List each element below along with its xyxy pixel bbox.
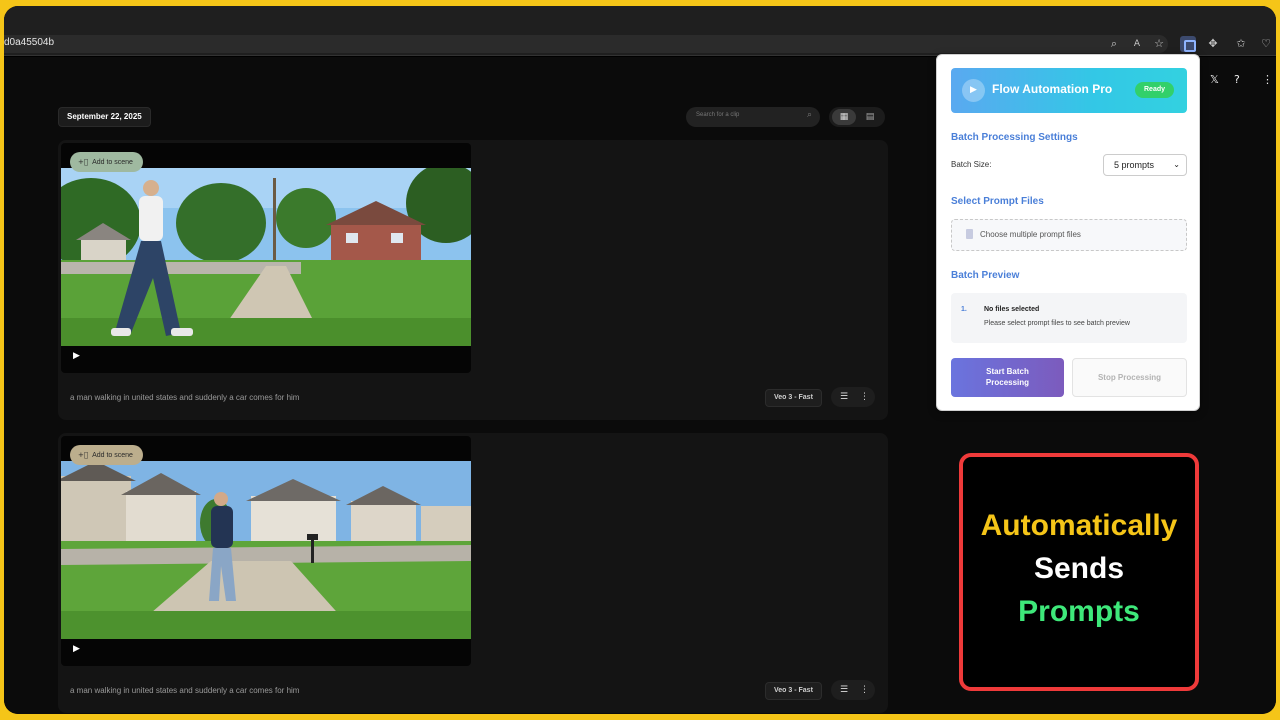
- add-scene-icon: +⃞: [78, 158, 89, 166]
- popup-title: Flow Automation Pro: [992, 82, 1113, 96]
- date-label: September 22, 2025: [58, 107, 151, 127]
- add-to-scene-button[interactable]: +⃞ Add to scene: [70, 152, 143, 172]
- card-actions: ☰ ⋮: [831, 387, 875, 407]
- play-icon[interactable]: ▶: [73, 644, 80, 654]
- batch-preview-title: Batch Preview: [951, 270, 1020, 281]
- preview-index: 1.: [961, 306, 967, 313]
- read-aloud-icon[interactable]: A: [1129, 36, 1145, 52]
- callout-line-2: Sends: [1033, 552, 1125, 585]
- clip-card: +⃞ Add to scene ▶ a man walking in unite…: [58, 140, 888, 420]
- clip-card: +⃞ Add to scene ▶ a man walking in unite…: [58, 433, 888, 713]
- batch-settings-title: Batch Processing Settings: [951, 132, 1078, 143]
- batch-size-select[interactable]: 5 prompts ⌄: [1103, 154, 1187, 176]
- extension-active-icon[interactable]: [1180, 36, 1196, 52]
- address-bar[interactable]: d0a45504b: [4, 35, 1168, 53]
- browser-essentials-icon[interactable]: ♡: [1258, 36, 1274, 52]
- browser-toolbar: d0a45504b ⌕ A ☆ ✥ ✩ ♡: [4, 6, 1276, 56]
- play-icon[interactable]: ▶: [73, 351, 80, 361]
- add-scene-icon: +⃞: [78, 451, 89, 459]
- x-logo-icon[interactable]: 𝕏: [1210, 73, 1219, 86]
- reuse-prompt-icon[interactable]: ☰: [840, 680, 848, 700]
- view-toggle: ▦ ▤: [829, 107, 885, 127]
- extensions-puzzle-icon[interactable]: ✥: [1205, 36, 1221, 52]
- search-input[interactable]: Search for a clip: [696, 112, 739, 118]
- stop-processing-button[interactable]: Stop Processing: [1072, 358, 1187, 397]
- start-batch-label: Start Batch Processing: [985, 367, 1030, 387]
- zoom-icon[interactable]: ⌕: [1106, 36, 1122, 52]
- add-to-scene-label: Add to scene: [92, 452, 133, 459]
- help-icon[interactable]: ?: [1234, 73, 1240, 86]
- extension-popup: ▶ Flow Automation Pro Ready Batch Proces…: [936, 54, 1200, 411]
- video-frame: [61, 461, 471, 639]
- batch-preview-list: 1. No files selected Please select promp…: [951, 293, 1187, 343]
- add-to-scene-button[interactable]: +⃞ Add to scene: [70, 445, 143, 465]
- model-badge: Veo 3 - Fast: [765, 389, 822, 407]
- start-batch-button[interactable]: Start Batch Processing: [951, 358, 1064, 397]
- clip-caption: a man walking in united states and sudde…: [70, 393, 300, 402]
- callout-line-1: Automatically: [980, 509, 1178, 542]
- play-circle-icon: ▶: [962, 79, 985, 102]
- model-badge: Veo 3 - Fast: [765, 682, 822, 700]
- favorite-star-icon[interactable]: ☆: [1151, 36, 1167, 52]
- preview-title: No files selected: [984, 306, 1040, 313]
- popup-header: ▶ Flow Automation Pro Ready: [951, 68, 1187, 113]
- batch-size-value: 5 prompts: [1114, 160, 1155, 170]
- search-box[interactable]: Search for a clip ⌕: [686, 107, 820, 127]
- suburban-scene-image: [61, 168, 471, 346]
- clip-caption: a man walking in united states and sudde…: [70, 686, 300, 695]
- reuse-prompt-icon[interactable]: ☰: [840, 387, 848, 407]
- callout-line-3: Prompts: [1018, 595, 1140, 628]
- batch-size-label: Batch Size:: [951, 160, 992, 169]
- video-frame: [61, 168, 471, 346]
- preview-description: Please select prompt files to see batch …: [984, 320, 1130, 327]
- add-to-scene-label: Add to scene: [92, 159, 133, 166]
- chevron-down-icon: ⌄: [1173, 160, 1180, 169]
- file-picker[interactable]: Choose multiple prompt files: [951, 219, 1187, 251]
- grid-view-button[interactable]: ▦: [832, 109, 856, 125]
- suburban-street-image: [61, 461, 471, 639]
- screen-frame: d0a45504b ⌕ A ☆ ✥ ✩ ♡ September 22, 2025…: [4, 6, 1276, 714]
- more-options-icon[interactable]: ⋮: [860, 387, 869, 407]
- file-icon: [966, 229, 973, 239]
- promo-callout: Automatically Sends Prompts: [959, 453, 1199, 691]
- video-thumbnail[interactable]: +⃞ Add to scene ▶: [61, 436, 471, 666]
- favorites-icon[interactable]: ✩: [1233, 36, 1249, 52]
- url-text[interactable]: d0a45504b: [4, 37, 54, 48]
- more-options-icon[interactable]: ⋮: [860, 680, 869, 700]
- search-icon: ⌕: [806, 110, 812, 120]
- status-badge: Ready: [1135, 82, 1175, 98]
- file-picker-label: Choose multiple prompt files: [980, 230, 1081, 239]
- list-view-button[interactable]: ▤: [858, 109, 882, 125]
- video-thumbnail[interactable]: +⃞ Add to scene ▶: [61, 143, 471, 373]
- select-files-title: Select Prompt Files: [951, 196, 1044, 207]
- card-actions: ☰ ⋮: [831, 680, 875, 700]
- more-vert-icon[interactable]: ⋮: [1262, 73, 1273, 86]
